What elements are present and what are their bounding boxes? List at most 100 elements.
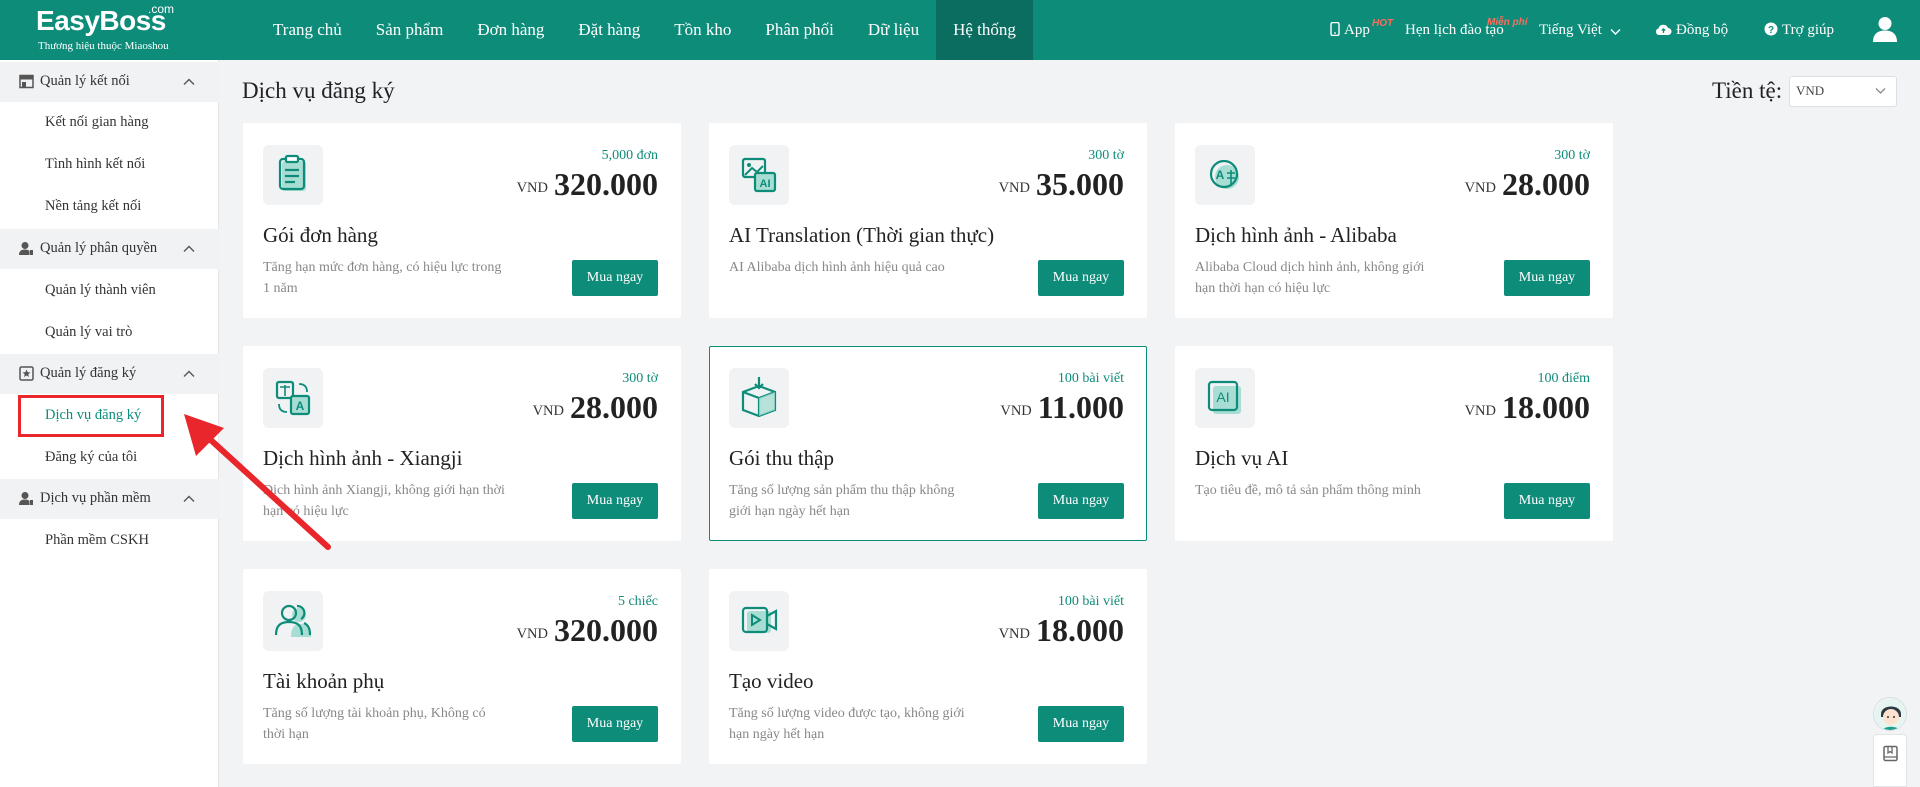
user-key-icon — [19, 242, 33, 255]
service-description: Tạo tiêu đề, mô tả sản phẩm thông minh — [1195, 483, 1421, 498]
service-card-alibaba-image-translation: A 300 tờ VND 28.000 Dịch hình ảnh - Aliba… — [1175, 123, 1613, 318]
price: VND 28.000 — [1465, 166, 1590, 203]
service-description: Tăng hạn mức đơn hàng, có hiệu lực trong… — [263, 260, 502, 296]
nav-home[interactable]: Trang chủ — [256, 0, 359, 60]
hot-badge: HOT — [1372, 18, 1394, 29]
price-currency: VND — [998, 180, 1030, 196]
sidebar-group-permissions[interactable]: Quản lý phân quyền — [0, 229, 219, 269]
language-label: Tiếng Việt — [1539, 22, 1602, 38]
price: VND 11.000 — [1000, 389, 1124, 426]
currency-select[interactable]: VND — [1789, 76, 1897, 107]
nav-inventory[interactable]: Tồn kho — [657, 0, 748, 60]
sidebar-group-label: Quản lý đăng ký — [40, 365, 137, 381]
svg-text:A: A — [1216, 168, 1225, 182]
app-link[interactable]: App HOT — [1330, 18, 1393, 40]
nav-orders[interactable]: Đơn hàng — [460, 0, 561, 60]
language-select[interactable]: Tiếng Việt — [1539, 20, 1625, 40]
price: VND 28.000 — [533, 389, 658, 426]
price-currency: VND — [1000, 403, 1032, 419]
buy-now-button[interactable]: Mua ngay — [1504, 260, 1590, 296]
collect-box-icon — [729, 368, 789, 428]
service-card-video: 100 bài viết VND 18.000 Tạo video Tăng số… — [709, 569, 1147, 764]
nav-data[interactable]: Dữ liệu — [851, 0, 936, 60]
buy-now-button[interactable]: Mua ngay — [572, 260, 658, 296]
price-currency: VND — [532, 403, 564, 419]
price: VND 320.000 — [517, 612, 658, 649]
buy-now-button[interactable]: Mua ngay — [1038, 483, 1124, 519]
logo-com-text: .com — [148, 2, 175, 16]
buy-now-button[interactable]: Mua ngay — [572, 483, 658, 519]
help-button[interactable]: ? Trợ giúp — [1764, 20, 1834, 40]
chevron-down-icon — [1610, 29, 1621, 35]
sidebar-group-label: Quản lý kết nối — [40, 73, 130, 89]
support-agent-avatar[interactable] — [1873, 697, 1907, 731]
nav-purchase[interactable]: Đặt hàng — [561, 0, 657, 60]
service-name: Gói đơn hàng — [263, 223, 378, 247]
price-amount: 18.000 — [1502, 389, 1590, 425]
price-currency: VND — [516, 626, 548, 642]
service-card-orders: 5,000 đơn VND 320.000 Gói đơn hàng Tăng h… — [243, 123, 681, 318]
buy-now-button[interactable]: Mua ngay — [1038, 706, 1124, 742]
user-service-icon — [19, 492, 33, 505]
sidebar-item-my-subscriptions[interactable]: Đăng ký của tôi — [45, 447, 137, 467]
nav-products[interactable]: Sản phẩm — [359, 0, 461, 60]
sidebar-item-connection-status[interactable]: Tình hình kết nối — [45, 154, 145, 174]
sync-label: Đồng bộ — [1676, 22, 1729, 38]
chevron-up-icon — [183, 245, 195, 252]
book-icon — [1883, 745, 1898, 762]
video-icon — [729, 591, 789, 651]
price-currency: VND — [998, 626, 1030, 642]
unit-label: 300 tờ — [1088, 148, 1124, 163]
price-amount: 320.000 — [554, 166, 658, 202]
sidebar-item-members[interactable]: Quản lý thành viên — [45, 280, 156, 300]
unit-label: 5,000 đơn — [601, 148, 658, 163]
sidebar-group-connection[interactable]: Quản lý kết nối — [0, 62, 219, 102]
unit-label: 5 chiếc — [617, 594, 658, 609]
annotation-arrow-icon — [184, 414, 331, 550]
buy-now-button[interactable]: Mua ngay — [1504, 483, 1590, 519]
sidebar-item-roles[interactable]: Quản lý vai trò — [45, 322, 132, 342]
service-name: Dịch hình ảnh - Alibaba — [1195, 223, 1397, 247]
feedback-panel[interactable] — [1873, 734, 1907, 787]
unit-label: 100 điểm — [1537, 371, 1591, 386]
service-name: Tài khoản phụ — [263, 669, 385, 693]
translate-circle-icon: A — [1195, 145, 1255, 205]
logo[interactable]: EasyBoss .com Thương hiệu thuộc Miaoshou — [36, 2, 216, 56]
buy-now-button[interactable]: Mua ngay — [1038, 260, 1124, 296]
nav-system[interactable]: Hệ thống — [936, 0, 1033, 60]
price-amount: 35.000 — [1036, 166, 1124, 202]
phone-icon — [1330, 22, 1340, 36]
buy-now-button[interactable]: Mua ngay — [572, 706, 658, 742]
chevron-up-icon — [183, 370, 195, 377]
app-label: App — [1344, 22, 1370, 38]
main-nav: Trang chủ Sản phẩm Đơn hàng Đặt hàng Tồn… — [256, 0, 1033, 60]
price-amount: 11.000 — [1037, 389, 1124, 425]
sidebar-item-cskh-software[interactable]: Phần mềm CSKH — [45, 530, 149, 550]
price: VND 35.000 — [999, 166, 1124, 203]
service-name: Tạo video — [729, 669, 814, 693]
service-name: Dịch vụ AI — [1195, 446, 1289, 470]
cloud-upload-icon — [1655, 24, 1672, 35]
sync-button[interactable]: Đồng bộ — [1655, 20, 1728, 40]
nav-distribution[interactable]: Phân phối — [748, 0, 850, 60]
service-description: Tăng số lượng tài khoản phụ, Không có th… — [263, 706, 486, 742]
sidebar-item-connected-platforms[interactable]: Nền tảng kết nối — [45, 196, 141, 216]
sidebar-group-label: Quản lý phân quyền — [40, 240, 158, 256]
sidebar-item-store-connection[interactable]: Kết nối gian hàng — [45, 112, 149, 132]
sidebar-group-label: Dịch vụ phần mềm — [40, 490, 151, 506]
service-card-sub-accounts: 5 chiếc VND 320.000 Tài khoản phụ Tăng số… — [243, 569, 681, 764]
currency-value: VND — [1796, 83, 1825, 98]
ai-image-icon: AI — [729, 145, 789, 205]
price: VND 18.000 — [999, 612, 1124, 649]
service-card-collection: 100 bài viết VND 11.000 Gói thu thập Tăng… — [709, 346, 1147, 541]
unit-label: 300 tờ — [1554, 148, 1590, 163]
price-amount: 18.000 — [1036, 612, 1124, 648]
unit-label: 100 bài viết — [1057, 594, 1124, 609]
sidebar-group-subscriptions[interactable]: Quản lý đăng ký — [0, 354, 219, 394]
training-link[interactable]: Hẹn lịch đào tạo Miễn phí — [1405, 17, 1528, 40]
chevron-down-icon — [1875, 88, 1886, 94]
price-amount: 320.000 — [554, 612, 658, 648]
highlight-box — [18, 395, 164, 437]
user-avatar-icon[interactable] — [1873, 16, 1897, 42]
service-description: Tăng số lượng sản phẩm thu thập không gi… — [729, 483, 955, 519]
